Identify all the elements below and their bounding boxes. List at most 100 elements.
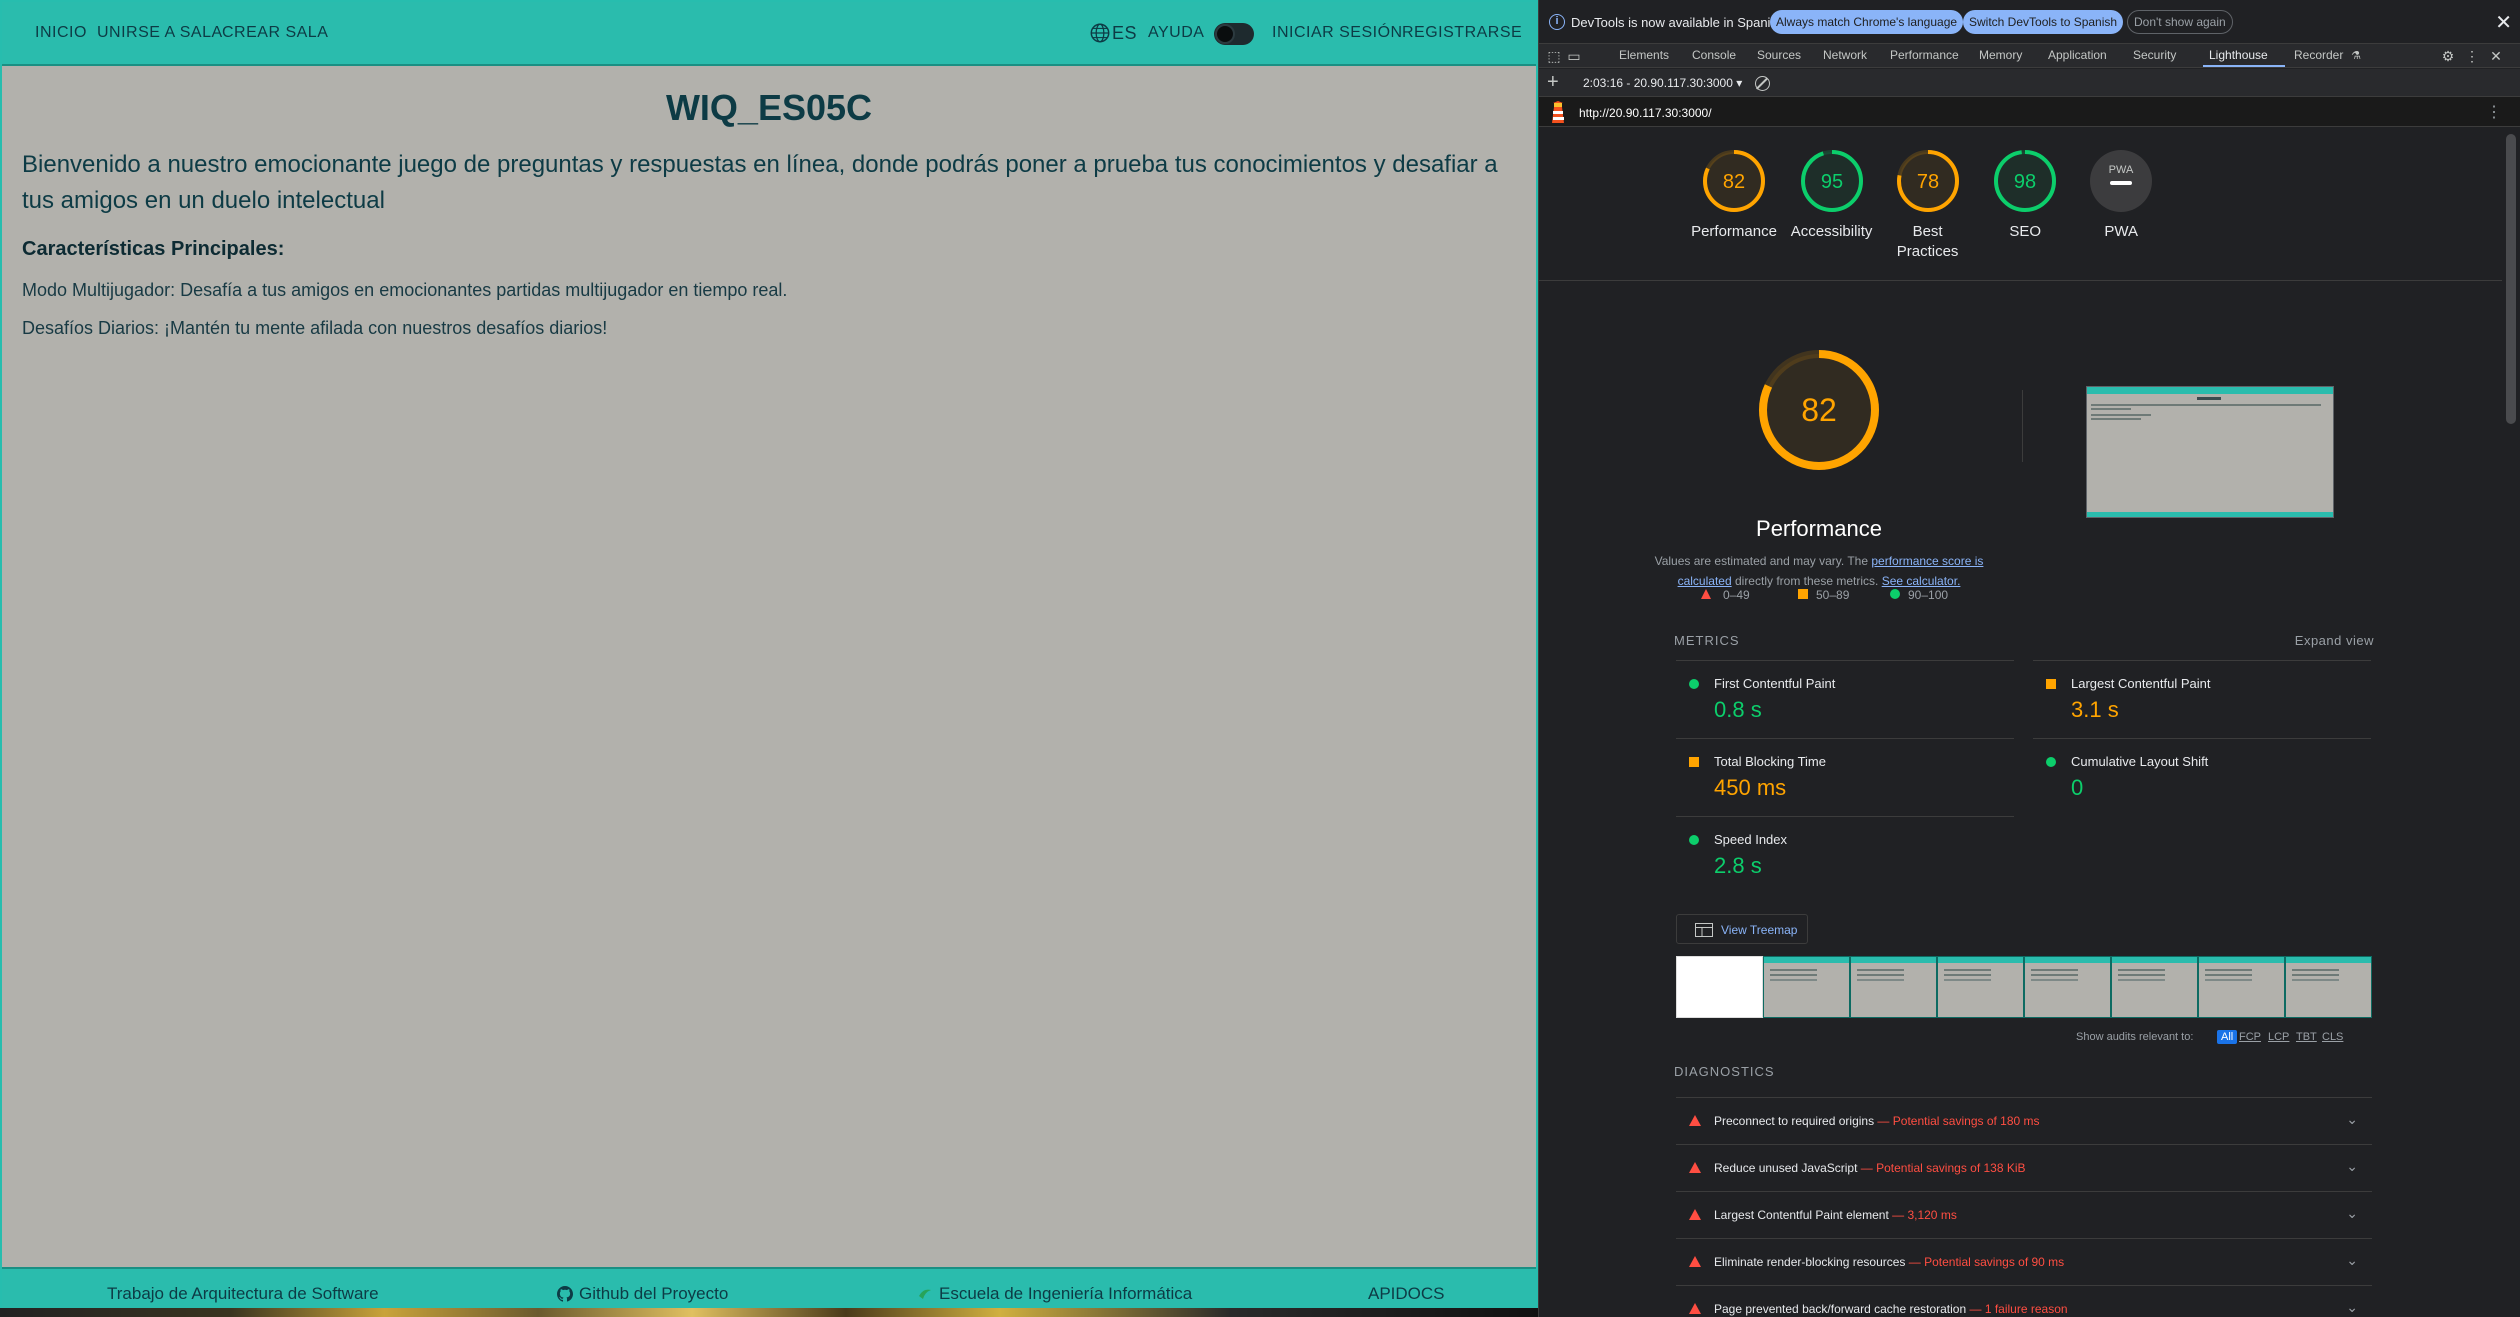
lighthouse-report: 82 Performance 95 Accessibility 78 Best Practi… [1539,128,2503,1317]
expand-view-button[interactable]: Expand view [2295,633,2374,648]
fail-status-icon [1689,1256,1701,1267]
tab-network[interactable]: Network [1823,48,1867,62]
diagnostic-title: Eliminate render-blocking resources [1714,1255,1906,1269]
intro-text: Bienvenido a nuestro emocionante juego d… [22,151,1498,214]
report-menu-icon[interactable]: ⋮ [2486,102,2502,122]
seo-score-gauge: 98 [1994,150,2057,212]
app-navbar: INICIO UNIRSE A SALA CREAR SALA ES AYUDA… [2,2,1536,66]
pass-status-icon [1689,679,1699,689]
total-blocking-time-value: 450 ms [1714,775,1787,800]
diagnostic-item[interactable]: Eliminate render-blocking resources — Po… [1676,1238,2372,1285]
tab-security[interactable]: Security [2133,48,2176,62]
diagnostic-item[interactable]: Page prevented back/forward cache restor… [1676,1285,2372,1317]
accessibility-score-gauge: 95 [1800,150,1863,212]
final-screenshot-thumbnail[interactable] [2086,386,2334,518]
diagnostic-separator: — [1888,1208,1908,1222]
tab-elements[interactable]: Elements [1619,48,1669,62]
footer-course-link[interactable]: Trabajo de Arquitectura de Software [107,1284,379,1304]
pass-legend-icon [1890,589,1900,599]
best-practices-score-gauge: 78 [1896,150,1959,212]
nav-unirse-sala[interactable]: UNIRSE A SALA [97,24,223,42]
metric-speed-index: Speed Index 2.8 s [1676,816,2014,892]
features-heading: Características Principales: [22,238,285,260]
nav-iniciar-sesion[interactable]: INICIAR SESIÓN [1272,24,1403,42]
tab-lighthouse[interactable]: Lighthouse [2209,48,2268,62]
lighthouse-url-bar: http://20.90.117.30:3000/ ⋮ [1539,97,2520,127]
metrics-header: METRICS Expand view [1674,633,2374,648]
speed-index-name: Speed Index [1714,832,1788,847]
performance-title: Performance [1756,516,1882,541]
chevron-down-icon[interactable]: ⌄ [2346,1299,2358,1316]
legend-fail: 0–49 [1723,588,1750,602]
nav-inicio[interactable]: INICIO [35,24,87,42]
devtools-panel: i DevTools is now available in Spanish! … [1538,0,2520,1317]
diagnostic-savings: 3,120 ms [1907,1208,1957,1222]
gauge-pwa[interactable]: PWA PWA [2061,148,2181,242]
footer-github-link[interactable]: Github del Proyecto [557,1284,728,1304]
new-report-icon[interactable]: + [1547,71,1559,94]
diagnostic-item[interactable]: Reduce unused JavaScript — Potential sav… [1676,1144,2372,1191]
largest-contentful-paint-value: 3.1 s [2071,697,2119,722]
chevron-down-icon[interactable]: ⌄ [2346,1111,2358,1128]
filter-cls[interactable]: CLS [2322,1031,2343,1043]
tab-application[interactable]: Application [2048,48,2107,62]
diagnostic-savings: 1 failure reason [1984,1302,2068,1316]
clear-reports-icon[interactable] [1755,76,1770,91]
devtools-infobar: i DevTools is now available in Spanish! … [1539,0,2520,44]
active-tab-indicator [2203,65,2285,67]
scrollbar-thumb[interactable] [2506,134,2516,424]
filter-all[interactable]: All [2217,1030,2238,1044]
report-scrollbar[interactable] [2502,128,2520,1317]
more-options-icon[interactable]: ⋮ [2463,47,2481,65]
switch-to-spanish-button[interactable]: Switch DevTools to Spanish [1963,10,2124,34]
fail-status-icon [1689,1162,1701,1173]
diagnostic-item[interactable]: Preconnect to required origins — Potenti… [1676,1097,2372,1144]
footer-apidocs-link[interactable]: APIDOCS [1368,1284,1445,1304]
diagnostic-item[interactable]: Largest Contentful Paint element — 3,120… [1676,1191,2372,1238]
tab-recorder[interactable]: Recorder [2294,48,2343,62]
see-calculator-link[interactable]: See calculator. [1882,574,1961,588]
cumulative-layout-shift-name: Cumulative Layout Shift [2071,754,2209,769]
globe-icon[interactable] [1089,22,1111,44]
performance-gauge-large: 82 [1759,350,1879,470]
diagnostic-title: Page prevented back/forward cache restor… [1714,1302,1967,1316]
tab-memory[interactable]: Memory [1979,48,2022,62]
first-contentful-paint-value: 0.8 s [1714,697,1762,722]
close-devtools-icon[interactable]: ✕ [2487,47,2505,65]
diagnostic-savings: Potential savings of 138 KiB [1876,1161,2026,1175]
filter-tbt[interactable]: TBT [2296,1031,2317,1043]
tab-sources[interactable]: Sources [1757,48,1801,62]
chevron-down-icon[interactable]: ⌄ [2346,1158,2358,1175]
nav-registrarse[interactable]: REGISTRARSE [1402,24,1522,42]
diagnostic-separator: — [1857,1161,1877,1175]
nav-ayuda[interactable]: AYUDA [1148,24,1204,42]
tab-console[interactable]: Console [1692,48,1736,62]
diagnostic-separator: — [1905,1255,1925,1269]
filmstrip-frame [1937,956,2024,1018]
best-practices-label-word: Best [1912,223,1943,240]
section-divider [2022,390,2023,462]
language-selector[interactable]: ES [1112,23,1137,44]
theme-toggle[interactable] [1214,23,1254,45]
filter-lcp[interactable]: LCP [2268,1031,2289,1043]
footer-school-link[interactable]: Escuela de Ingeniería Informática [917,1284,1192,1304]
dont-show-again-button[interactable]: Don't show again [2127,10,2233,34]
diagnostic-title: Reduce unused JavaScript [1714,1161,1858,1175]
nav-crear-sala[interactable]: CREAR SALA [222,24,328,42]
settings-gear-icon[interactable]: ⚙ [2439,47,2457,65]
diagnostic-title: Largest Contentful Paint element [1714,1208,1889,1222]
tab-performance[interactable]: Performance [1890,48,1959,62]
filter-fcp[interactable]: FCP [2239,1031,2261,1043]
report-url: http://20.90.117.30:3000/ [1579,106,1712,120]
diagnostic-text: Preconnect to required origins — Potenti… [1714,1114,2040,1128]
view-treemap-button[interactable]: View Treemap [1676,914,1808,944]
diagnostic-text: Page prevented back/forward cache restor… [1714,1302,2068,1316]
always-match-language-button[interactable]: Always match Chrome's language [1770,10,1964,34]
close-infobar-icon[interactable]: ✕ [2495,10,2512,35]
inspect-element-icon[interactable]: ⬚ [1545,47,1563,65]
github-icon [557,1286,573,1302]
chevron-down-icon[interactable]: ⌄ [2346,1252,2358,1269]
device-toolbar-icon[interactable]: ▭ [1565,47,1583,65]
chevron-down-icon[interactable]: ⌄ [2346,1205,2358,1222]
report-select[interactable]: 2:03:16 - 20.90.117.30:3000 ▾ [1583,76,1742,90]
